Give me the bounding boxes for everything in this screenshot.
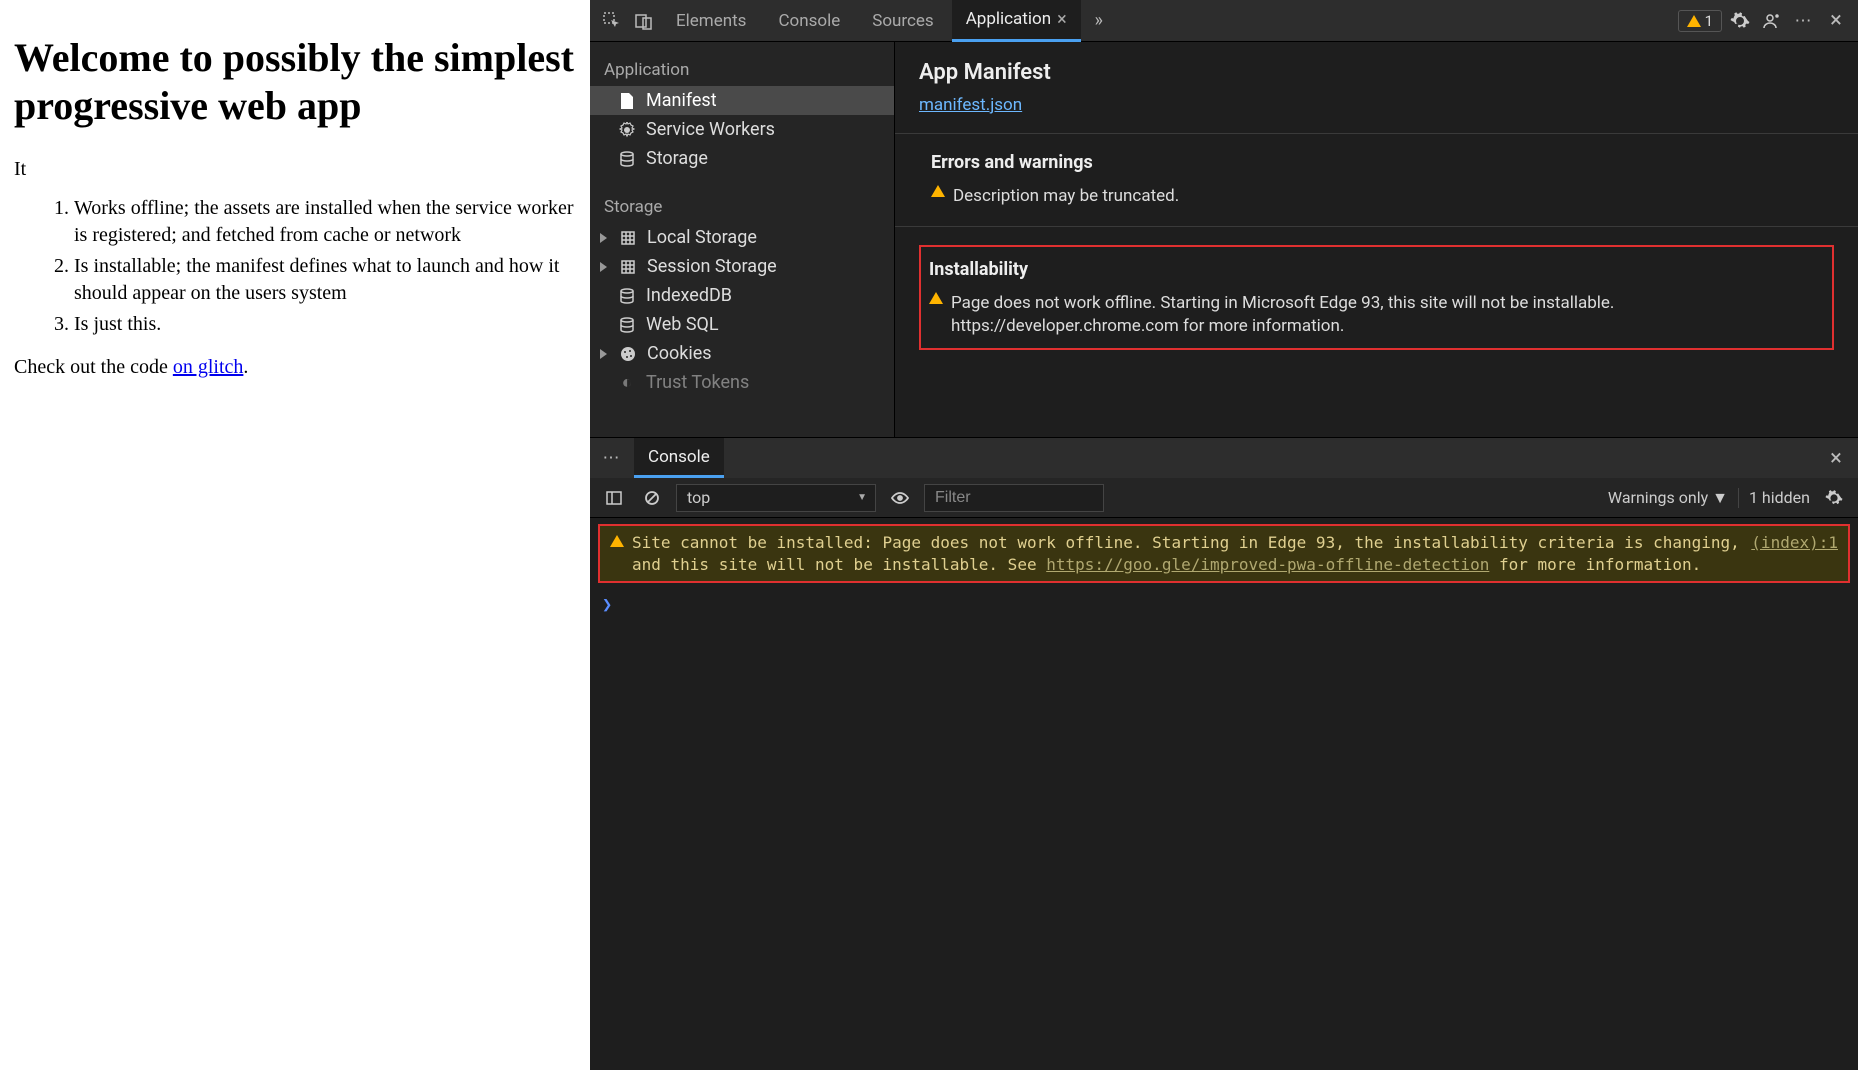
file-icon [618,93,636,109]
console-link[interactable]: https://goo.gle/improved-pwa-offline-det… [1046,555,1489,574]
toggle-sidebar-icon[interactable] [600,484,628,512]
sidebar-item-local-storage[interactable]: Local Storage [590,223,894,252]
live-expression-icon[interactable] [886,484,914,512]
chevron-right-icon [600,349,607,359]
gear-icon [618,122,636,138]
console-prompt[interactable]: ❯ [590,589,1858,621]
installability-warning: Page does not work offline. Starting in … [929,292,1824,338]
sidebar-item-service-workers[interactable]: Service Workers [590,115,894,144]
console-drawer: ⋯ Console × top Warnings only ▼ 1 hidden [590,437,1858,1070]
clear-console-icon[interactable] [638,484,666,512]
log-level-select[interactable]: Warnings only ▼ [1608,488,1728,508]
tab-console[interactable]: Console [764,0,854,42]
database-icon [618,317,636,333]
close-devtools-icon[interactable]: × [1822,7,1850,35]
drawer-tab-console[interactable]: Console [634,438,724,478]
application-sidebar: Application Manifest Service Workers Sto… [590,42,895,437]
warning-icon [1687,15,1701,27]
table-icon [619,260,637,274]
divider [895,226,1858,227]
console-toolbar: top Warnings only ▼ 1 hidden [590,478,1858,518]
manifest-link[interactable]: manifest.json [919,95,1022,115]
drawer-tabbar: ⋯ Console × [590,438,1858,478]
context-select[interactable]: top [676,484,876,512]
devtools: Elements Console Sources Application × »… [590,0,1858,1070]
filter-input[interactable] [924,484,1104,512]
application-main: App Manifest manifest.json Errors and wa… [895,42,1858,437]
tab-elements[interactable]: Elements [662,0,760,42]
list-item: Works offline; the assets are installed … [74,195,576,249]
divider [895,133,1858,134]
glitch-link[interactable]: on glitch [173,356,244,378]
tab-application[interactable]: Application × [952,0,1081,42]
sidebar-item-session-storage[interactable]: Session Storage [590,252,894,281]
sidebar-item-indexeddb[interactable]: IndexedDB [590,281,894,310]
page-list: Works offline; the assets are installed … [14,195,576,338]
warnings-badge[interactable]: 1 [1678,10,1722,32]
kebab-menu-icon[interactable]: ⋯ [1790,7,1818,35]
page-content: Welcome to possibly the simplest progres… [0,0,590,1070]
device-toggle-icon[interactable] [630,7,658,35]
database-icon [618,288,636,304]
manifest-warning: Description may be truncated. [919,185,1834,208]
sidebar-section-application: Application [590,50,894,86]
inspect-element-icon[interactable] [598,7,626,35]
installability-heading: Installability [929,259,1824,280]
chevron-right-icon [600,233,607,243]
list-item: Is installable; the manifest defines wha… [74,253,576,307]
more-tabs-icon[interactable]: » [1085,7,1113,35]
page-intro: It [14,158,576,181]
warning-icon [931,185,945,197]
console-source-link[interactable]: (index):1 [1751,532,1838,554]
installability-box: Installability Page does not work offlin… [919,245,1834,350]
warning-icon [929,292,943,304]
chevron-right-icon [600,262,607,272]
sidebar-item-trust-tokens[interactable]: ◐ Trust Tokens [590,368,894,397]
kebab-menu-icon[interactable]: ⋯ [598,444,626,472]
sidebar-item-storage[interactable]: Storage [590,144,894,173]
console-message-body: Site cannot be installed: Page does not … [632,532,1743,575]
console-warning-message: Site cannot be installed: Page does not … [598,524,1850,583]
sidebar-item-manifest[interactable]: Manifest [590,86,894,115]
close-drawer-icon[interactable]: × [1822,444,1850,472]
close-icon[interactable]: × [1057,9,1067,30]
page-title: Welcome to possibly the simplest progres… [14,34,576,130]
database-icon [618,151,636,167]
settings-icon[interactable] [1726,7,1754,35]
errors-heading: Errors and warnings [931,152,1834,173]
devtools-tabbar: Elements Console Sources Application × »… [590,0,1858,42]
table-icon [619,231,637,245]
application-panel: Application Manifest Service Workers Sto… [590,42,1858,437]
warning-icon [610,535,624,547]
console-settings-icon[interactable] [1820,484,1848,512]
feedback-icon[interactable] [1758,7,1786,35]
sidebar-section-storage: Storage [590,187,894,223]
token-icon: ◐ [618,372,636,393]
sidebar-item-cookies[interactable]: Cookies [590,339,894,368]
tab-sources[interactable]: Sources [858,0,947,42]
manifest-title: App Manifest [919,60,1834,85]
cookie-icon [619,346,637,362]
sidebar-item-websql[interactable]: Web SQL [590,310,894,339]
page-outro: Check out the code on glitch. [14,356,576,379]
list-item: Is just this. [74,311,576,338]
hidden-count: 1 hidden [1749,488,1810,507]
